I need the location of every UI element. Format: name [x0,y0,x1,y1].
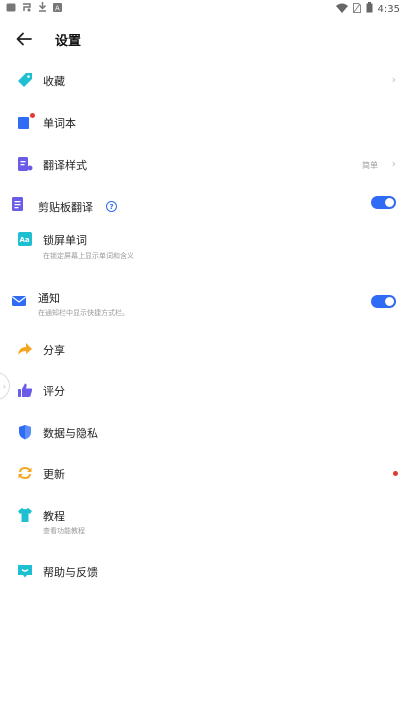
chevron-right-icon: › [2,381,6,391]
translate-style-value: 简单 [362,161,378,170]
status-left-icons: A [6,2,62,15]
lockscreen-aa-icon: Aa [17,231,33,247]
back-button[interactable] [12,28,36,50]
status-time: 4:35 [377,3,400,15]
lockscreen-words-desc: 在锁定屏幕上显示单词和含义 [43,252,134,260]
envelope-icon [11,293,27,309]
thumbs-up-icon [17,382,33,398]
settings-item-update[interactable]: 更新 [0,461,406,485]
sim-icon [352,2,361,16]
update-badge-dot [393,471,398,476]
clipboard-icon [11,196,27,212]
chat-feedback-icon [17,563,33,579]
download-icon [38,2,47,15]
settings-item-rate[interactable]: 评分 [0,378,406,402]
chevron-right-icon: › [391,73,396,86]
status-bar: A 4:35 [0,0,406,18]
settings-item-notification: 通知 在通知栏中显示快捷方式栏。 [0,286,406,322]
settings-item-help-feedback[interactable]: 帮助与反馈 [0,559,406,583]
app-header: 设置 [0,24,406,54]
shirt-icon [17,507,33,523]
svg-text:Aa: Aa [20,236,30,244]
chevron-right-icon: › [391,157,396,170]
tag-icon [17,72,33,88]
settings-item-favorites[interactable]: 收藏 › [0,68,406,92]
shield-icon [17,424,33,440]
status-right-icons: 4:35 [335,2,400,16]
tutorial-label: 教程 [43,510,65,523]
data-privacy-label: 数据与隐私 [43,427,98,440]
rate-label: 评分 [43,385,65,398]
settings-item-lockscreen-words[interactable]: Aa 锁屏单词 在锁定屏幕上显示单词和含义 [0,228,406,266]
update-label: 更新 [43,468,65,481]
help-feedback-label: 帮助与反馈 [43,566,98,579]
settings-item-clipboard-translate: 剪贴板翻译 ? [0,194,406,218]
share-arrow-icon [17,341,33,357]
clipboard-translate-label: 剪贴板翻译 [38,201,93,214]
clipboard-translate-toggle[interactable] [371,196,396,209]
lockscreen-words-label: 锁屏单词 [43,234,87,247]
tutorial-desc: 查看功能教程 [43,527,85,535]
wordbook-label: 单词本 [43,117,76,130]
notification-desc: 在通知栏中显示快捷方式栏。 [38,309,129,317]
translate-style-label: 翻译样式 [43,159,87,172]
notification-toggle[interactable] [371,295,396,308]
favorites-label: 收藏 [43,75,65,88]
settings-item-share[interactable]: 分享 [0,337,406,361]
notification-icon [6,3,16,15]
settings-item-data-privacy[interactable]: 数据与隐私 [0,420,406,444]
svg-text:A: A [55,4,60,12]
share-label: 分享 [43,344,65,357]
settings-item-translate-style[interactable]: 翻译样式 简单 › [0,152,406,176]
help-question-icon[interactable]: ? [106,201,117,212]
settings-item-wordbook[interactable]: 单词本 [0,110,406,134]
wifi-icon [335,3,348,16]
page-title: 设置 [55,34,82,49]
translate-icon: A [53,2,62,15]
new-badge-dot [30,113,35,118]
notification-label: 通知 [38,292,60,305]
app-icon [22,2,32,15]
arrow-left-icon [16,32,32,46]
document-style-icon [17,156,33,172]
battery-icon [366,2,373,16]
refresh-icon [17,465,33,481]
settings-item-tutorial[interactable]: 教程 查看功能教程 [0,503,406,539]
